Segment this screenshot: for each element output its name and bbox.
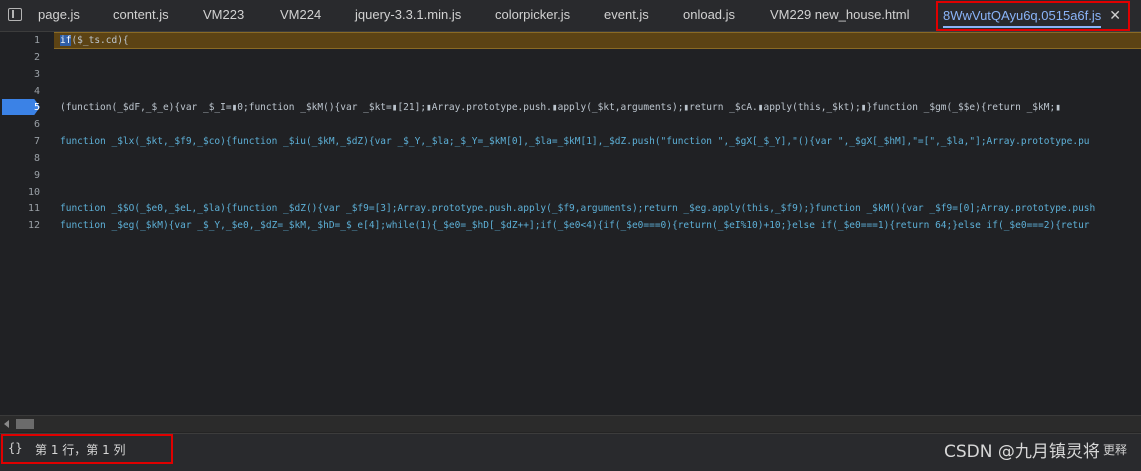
- line-number[interactable]: 10: [0, 184, 40, 201]
- watermark: CSDN @九月镇灵将: [944, 442, 1100, 462]
- tab-vm229[interactable]: VM229 new_house.html: [770, 0, 909, 31]
- line-number[interactable]: 3: [0, 66, 40, 83]
- scroll-left-icon[interactable]: [4, 420, 9, 428]
- code-editor[interactable]: 1 2 3 4 5 6 7 8 9 10 11 12 if($_ts.cd){ …: [0, 32, 1141, 415]
- line-number[interactable]: 4: [0, 83, 40, 100]
- line-number[interactable]: 7: [0, 133, 40, 150]
- code-line-1[interactable]: if($_ts.cd){: [60, 32, 1141, 49]
- tab-label: jquery-3.3.1.min.js: [355, 7, 462, 22]
- tab-vm223[interactable]: VM223: [203, 0, 244, 31]
- code-text: (function(_$dF,_$_e){var _$_I=▮0;functio…: [60, 102, 1061, 113]
- line-number-current[interactable]: 5: [0, 99, 40, 116]
- code-text: function _$eg(_$kM){var _$_Y,_$e0,_$dZ=_…: [60, 220, 1090, 231]
- sidebar-toggle-icon[interactable]: [8, 8, 22, 21]
- horizontal-scrollbar[interactable]: [0, 415, 1141, 432]
- line-number[interactable]: 11: [0, 200, 40, 217]
- tab-label: content.js: [113, 7, 169, 22]
- active-tab-highlight: [936, 1, 1130, 31]
- line-number[interactable]: 1: [0, 32, 40, 49]
- tab-label: page.js: [38, 7, 80, 22]
- line-gutter[interactable]: 1 2 3 4 5 6 7 8 9 10 11 12: [0, 32, 52, 415]
- code-text: ($_ts.cd){: [71, 35, 129, 46]
- cursor-position: 第 1 行，第 1 列: [35, 443, 126, 457]
- tab-label: VM229 new_house.html: [770, 7, 910, 22]
- tab-label: VM223: [203, 7, 245, 22]
- tab-label: event.js: [604, 7, 649, 22]
- code-text: function _$lx(_$kt,_$f9,_$co){function _…: [60, 136, 1090, 147]
- tab-label: VM224: [280, 7, 322, 22]
- tab-event-js[interactable]: event.js: [604, 0, 649, 31]
- scrollbar-thumb[interactable]: [16, 419, 34, 429]
- more-link[interactable]: 更释: [1103, 441, 1127, 458]
- line-number[interactable]: 6: [0, 116, 40, 133]
- pretty-print-icon[interactable]: {}: [8, 441, 22, 455]
- line-number[interactable]: 12: [0, 217, 40, 234]
- tab-content-js[interactable]: content.js: [113, 0, 169, 31]
- code-line-11[interactable]: function _$$O(_$e0,_$eL,_$la){function _…: [60, 200, 1141, 217]
- line-number[interactable]: 9: [0, 167, 40, 184]
- tab-jquery[interactable]: jquery-3.3.1.min.js: [355, 0, 461, 31]
- tab-page-js[interactable]: page.js: [38, 0, 80, 31]
- tab-bar: page.js content.js VM223 VM224 jquery-3.…: [0, 0, 1141, 32]
- line-number[interactable]: 2: [0, 49, 40, 66]
- tab-label: onload.js: [683, 7, 736, 22]
- code-line-12[interactable]: function _$eg(_$kM){var _$_Y,_$e0,_$dZ=_…: [60, 217, 1141, 234]
- tab-label: colorpicker.js: [495, 7, 571, 22]
- code-text: function _$$O(_$e0,_$eL,_$la){function _…: [60, 203, 1096, 214]
- code-line-7[interactable]: function _$lx(_$kt,_$f9,_$co){function _…: [60, 133, 1141, 150]
- tab-vm224[interactable]: VM224: [280, 0, 321, 31]
- line-number[interactable]: 8: [0, 150, 40, 167]
- tab-onload-js[interactable]: onload.js: [683, 0, 735, 31]
- tab-colorpicker-js[interactable]: colorpicker.js: [495, 0, 570, 31]
- code-line-5[interactable]: (function(_$dF,_$_e){var _$_I=▮0;functio…: [60, 99, 1141, 116]
- keyword-if: if: [60, 35, 72, 46]
